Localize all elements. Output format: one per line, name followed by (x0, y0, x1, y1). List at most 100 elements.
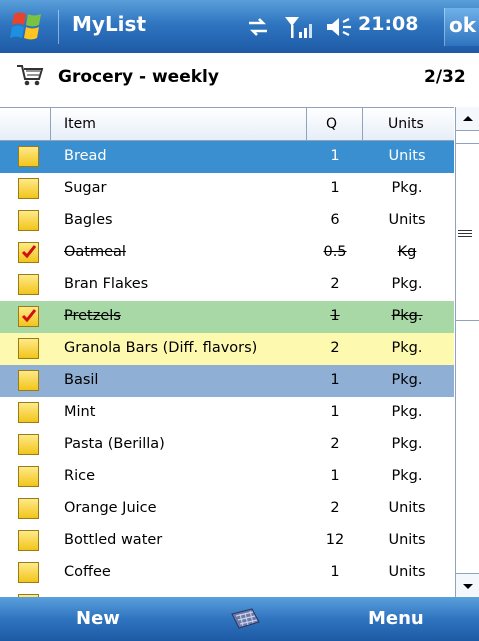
item-grid: Item Q Units Bread 1 Units Sugar 1 Pkg. … (0, 107, 454, 597)
item-qty: 0.5 (323, 244, 347, 260)
table-row[interactable]: Mint 1 Pkg. (0, 397, 454, 429)
item-units: Pkg. (391, 436, 423, 452)
item-units: Pkg. (391, 404, 423, 420)
menu-button[interactable]: Menu (368, 608, 424, 629)
item-units: Pkg. (391, 372, 423, 388)
checkmark-icon (21, 245, 37, 259)
item-units: Kg (397, 244, 417, 260)
item-units: Units (388, 148, 426, 164)
item-qty: 1 (330, 564, 340, 580)
table-row[interactable]: Bottled water 12 Units (0, 525, 454, 557)
signal-icon[interactable] (283, 14, 313, 40)
cart-icon (17, 65, 44, 86)
table-row[interactable]: Rice 1 Pkg. (0, 461, 454, 493)
item-name: Mint (64, 404, 96, 420)
item-rows: Bread 1 Units Sugar 1 Pkg. Bagles 6 Unit… (0, 141, 454, 597)
checkbox[interactable] (18, 498, 39, 519)
table-row[interactable]: Oatmeal 0.5 Kg (0, 237, 454, 269)
item-name: Bagles (64, 212, 113, 228)
status-icons (245, 12, 353, 42)
keyboard-icon[interactable] (228, 606, 262, 632)
column-header: Item Q Units (0, 107, 454, 142)
table-row[interactable]: Pasta (Berilla) 2 Pkg. (0, 429, 454, 461)
vertical-scrollbar[interactable] (455, 107, 479, 597)
ok-button[interactable]: ok (444, 8, 479, 46)
item-name: Orange Juice (64, 500, 157, 516)
item-name: Basil (64, 372, 99, 388)
item-units: Units (388, 500, 426, 516)
list-header: Grocery - weekly 2/32 (0, 53, 479, 107)
item-qty: 1 (330, 404, 340, 420)
item-units: Pkg. (391, 180, 423, 196)
checkbox[interactable] (18, 466, 39, 487)
item-units: Pkg. (391, 308, 423, 324)
column-divider (306, 108, 307, 142)
item-units: Pkg. (391, 276, 423, 292)
checkbox[interactable] (18, 146, 39, 167)
column-divider (50, 108, 51, 142)
checkbox[interactable] (18, 210, 39, 231)
checkmark-icon (21, 309, 37, 323)
column-header-item[interactable]: Item (64, 116, 96, 132)
clock[interactable]: 21:08 (358, 13, 418, 35)
column-header-qty[interactable]: Q (326, 116, 337, 132)
table-row[interactable]: Pretzels 1 Pkg. (0, 301, 454, 333)
table-row[interactable]: Basil 1 Pkg. (0, 365, 454, 397)
table-row[interactable]: Bagles 6 Units (0, 205, 454, 237)
item-units: Units (388, 564, 426, 580)
item-units: Pkg. (391, 468, 423, 484)
table-row[interactable]: Granola Bars (Diff. flavors) 2 Pkg. (0, 333, 454, 365)
item-name: Rice (64, 468, 95, 484)
arrow-down-icon (463, 584, 473, 589)
start-logo-icon[interactable] (8, 8, 48, 46)
column-divider (362, 108, 363, 142)
checkbox[interactable] (18, 562, 39, 583)
item-qty: 1 (330, 372, 340, 388)
item-name: Bottled water (64, 532, 163, 548)
item-units: Units (388, 212, 426, 228)
volume-icon[interactable] (325, 15, 353, 39)
checkbox[interactable] (18, 242, 39, 263)
item-qty: 12 (325, 532, 345, 548)
checkbox[interactable] (18, 306, 39, 327)
checkbox[interactable] (18, 370, 39, 391)
scroll-down-button[interactable] (456, 573, 479, 597)
list-name[interactable]: Grocery - weekly (58, 67, 219, 87)
item-name: Pasta (Berilla) (64, 436, 165, 452)
checkbox[interactable] (18, 402, 39, 423)
item-name: Granola Bars (Diff. flavors) (64, 340, 258, 356)
checkbox[interactable] (18, 274, 39, 295)
checkbox[interactable] (18, 530, 39, 551)
item-qty: 2 (330, 436, 340, 452)
table-row[interactable] (0, 589, 454, 597)
item-name: Bran Flakes (64, 276, 149, 292)
item-qty: 2 (330, 340, 340, 356)
item-name: Oatmeal (64, 244, 126, 260)
item-name: Pretzels (64, 308, 121, 324)
item-name: Bread (64, 148, 107, 164)
app-title: MyList (72, 12, 147, 36)
checkbox[interactable] (18, 178, 39, 199)
column-header-units[interactable]: Units (388, 116, 424, 132)
item-qty: 6 (330, 212, 340, 228)
item-qty: 1 (330, 468, 340, 484)
new-button[interactable]: New (76, 608, 120, 629)
scroll-thumb[interactable] (456, 143, 479, 321)
checkbox[interactable] (18, 434, 39, 455)
table-row[interactable]: Bread 1 Units (0, 141, 454, 173)
table-row[interactable]: Bran Flakes 2 Pkg. (0, 269, 454, 301)
title-separator (58, 10, 59, 44)
item-qty: 2 (330, 276, 340, 292)
table-row[interactable]: Orange Juice 2 Units (0, 493, 454, 525)
item-qty: 1 (330, 148, 340, 164)
table-row[interactable]: Sugar 1 Pkg. (0, 173, 454, 205)
connectivity-icon[interactable] (245, 16, 273, 38)
softkey-bar: New Menu (0, 597, 479, 641)
scroll-up-button[interactable] (456, 107, 479, 131)
item-qty: 1 (330, 308, 340, 324)
arrow-up-icon (463, 116, 473, 121)
checkbox[interactable] (18, 338, 39, 359)
table-row[interactable]: Coffee 1 Units (0, 557, 454, 589)
item-name: Sugar (64, 180, 107, 196)
item-qty: 2 (330, 500, 340, 516)
